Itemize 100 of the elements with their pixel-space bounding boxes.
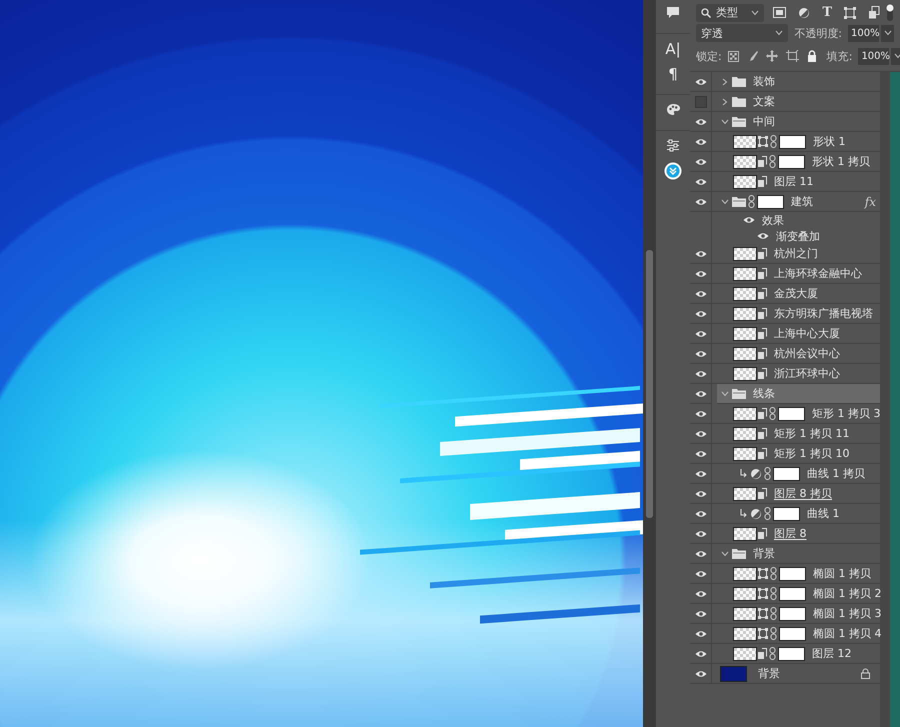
link-icon[interactable] xyxy=(770,627,777,640)
panel-glyph-icon[interactable]: ¶ xyxy=(668,66,678,82)
link-icon[interactable] xyxy=(770,587,777,600)
layer-row[interactable]: 建筑 fx xyxy=(712,192,880,212)
eye-icon[interactable] xyxy=(694,630,706,638)
eye-icon[interactable] xyxy=(694,590,706,598)
layer-thumbnail[interactable] xyxy=(733,566,757,580)
layer-thumbnail[interactable] xyxy=(733,306,757,320)
eye-icon[interactable] xyxy=(694,490,706,498)
caret-icon[interactable] xyxy=(751,10,760,16)
layer-row[interactable]: 背景 xyxy=(712,664,880,684)
layer-thumbnail[interactable] xyxy=(733,606,757,620)
layer-row[interactable]: 上海环球金融中心 xyxy=(712,264,880,284)
eye-icon[interactable] xyxy=(694,118,706,126)
eye-icon[interactable] xyxy=(694,410,706,418)
link-icon[interactable] xyxy=(770,607,777,620)
link-icon[interactable] xyxy=(764,467,771,480)
layer-row[interactable]: 线条 xyxy=(717,384,880,404)
comment-icon[interactable] xyxy=(666,6,680,19)
move-icon[interactable] xyxy=(766,50,778,62)
link-icon[interactable] xyxy=(769,647,776,660)
link-icon[interactable] xyxy=(770,135,777,148)
layer-row[interactable]: 矩形 1 拷贝 10 xyxy=(712,444,880,464)
disclosure-caret-icon[interactable] xyxy=(720,198,730,204)
mask-thumbnail[interactable] xyxy=(778,646,805,660)
link-icon[interactable] xyxy=(764,507,771,520)
caret-icon[interactable] xyxy=(894,53,900,59)
disclosure-caret-icon[interactable] xyxy=(720,390,730,396)
eye-icon[interactable] xyxy=(694,430,706,438)
eye-icon[interactable] xyxy=(694,370,706,378)
link-icon[interactable] xyxy=(769,155,776,168)
layer-thumbnail[interactable] xyxy=(733,426,757,440)
eye-icon[interactable] xyxy=(694,450,706,458)
layer-row[interactable]: 金茂大厦 xyxy=(712,284,880,304)
mask-thumbnail[interactable] xyxy=(773,506,800,520)
download-icon[interactable] xyxy=(664,162,682,180)
lock-icon[interactable] xyxy=(806,50,817,62)
disclosure-caret-icon[interactable] xyxy=(722,96,728,106)
layer-thumbnail[interactable] xyxy=(733,646,757,660)
layer-row[interactable]: 椭圆 1 拷贝 3 xyxy=(712,604,880,624)
lock-icon[interactable] xyxy=(861,668,870,679)
image-filter-icon[interactable] xyxy=(773,7,786,18)
eye-icon[interactable] xyxy=(694,350,706,358)
layer-thumbnail[interactable] xyxy=(733,626,757,640)
link-icon[interactable] xyxy=(748,195,755,208)
eye-icon[interactable] xyxy=(694,570,706,578)
eye-icon[interactable] xyxy=(743,216,755,224)
layer-row[interactable]: 曲线 1 拷贝 xyxy=(712,464,880,484)
mask-thumbnail[interactable] xyxy=(779,626,806,640)
link-icon[interactable] xyxy=(769,407,776,420)
caret-icon[interactable] xyxy=(884,30,892,36)
layer-row[interactable]: 形状 1 xyxy=(712,132,880,152)
eye-icon[interactable] xyxy=(694,178,706,186)
sliders-icon[interactable] xyxy=(666,139,680,152)
artboard-icon[interactable] xyxy=(786,50,799,62)
eye-icon[interactable] xyxy=(694,470,706,478)
filter-dropdown[interactable]: 类型 xyxy=(696,4,764,22)
layer-row[interactable]: 矩形 1 拷贝 11 xyxy=(712,424,880,444)
layer-row[interactable]: 背景 xyxy=(712,544,880,564)
layer-row[interactable]: 形状 1 拷贝 xyxy=(712,152,880,172)
layer-thumbnail[interactable] xyxy=(733,366,757,380)
layer-thumbnail[interactable] xyxy=(733,486,757,500)
eye-icon[interactable] xyxy=(694,510,706,518)
eye-icon[interactable] xyxy=(694,550,706,558)
mask-thumbnail[interactable] xyxy=(779,606,806,620)
layer-row[interactable]: 中间 xyxy=(712,112,880,132)
lock-transparent-icon[interactable] xyxy=(728,50,739,62)
eye-icon[interactable] xyxy=(694,270,706,278)
mask-thumbnail[interactable] xyxy=(773,466,800,480)
panel-glyph-icon[interactable]: A| xyxy=(665,40,681,56)
eye-icon[interactable] xyxy=(694,670,706,678)
caret-icon[interactable] xyxy=(775,30,784,36)
blend-mode-dropdown[interactable]: 穿透 xyxy=(696,24,788,42)
opacity-dropdown-button[interactable] xyxy=(881,24,894,42)
layer-thumbnail[interactable] xyxy=(733,134,757,148)
layer-thumbnail[interactable] xyxy=(733,174,757,188)
layer-thumbnail[interactable] xyxy=(733,346,757,360)
layer-row[interactable]: 图层 8 xyxy=(712,524,880,544)
eye-icon[interactable] xyxy=(694,290,706,298)
layer-row[interactable]: 椭圆 1 拷贝 xyxy=(712,564,880,584)
layer-row[interactable]: 杭州之门 xyxy=(712,244,880,264)
layer-thumbnail[interactable] xyxy=(733,266,757,280)
layer-thumbnail[interactable] xyxy=(733,154,757,168)
link-icon[interactable] xyxy=(770,567,777,580)
layer-row[interactable]: 上海中心大厦 xyxy=(712,324,880,344)
eye-icon[interactable] xyxy=(694,390,706,398)
smart-object-filter-icon[interactable] xyxy=(868,6,880,19)
layer-thumbnail[interactable] xyxy=(733,406,757,420)
scrollbar-thumb[interactable] xyxy=(646,250,652,518)
type-filter-icon[interactable]: T xyxy=(822,6,832,19)
eye-icon[interactable] xyxy=(694,250,706,258)
adjustment-filter-icon[interactable] xyxy=(798,6,810,18)
layer-thumbnail[interactable] xyxy=(733,246,757,260)
eye-icon[interactable] xyxy=(694,138,706,146)
layer-row[interactable]: 椭圆 1 拷贝 4 xyxy=(712,624,880,644)
layer-row[interactable]: 装饰 xyxy=(712,72,880,92)
disclosure-caret-icon[interactable] xyxy=(720,118,730,124)
layer-thumbnail[interactable] xyxy=(733,446,757,460)
opacity-field[interactable]: 100% xyxy=(848,24,879,42)
eye-icon[interactable] xyxy=(694,330,706,338)
